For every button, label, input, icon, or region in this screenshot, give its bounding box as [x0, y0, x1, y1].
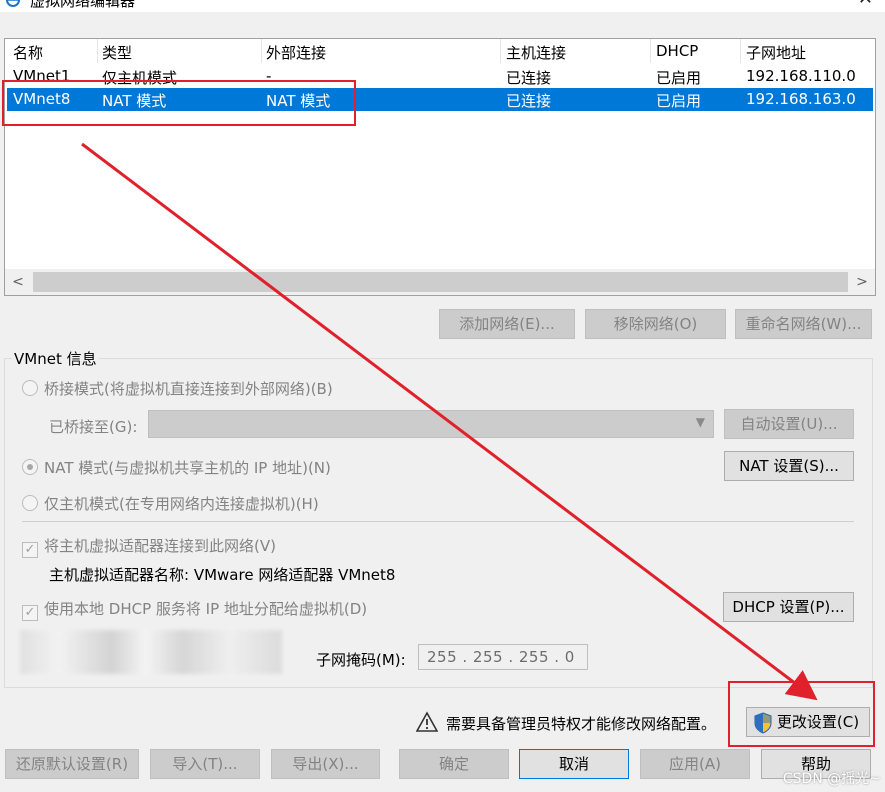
connect-adapter-label: 将主机虚拟适配器连接到此网络(V) [44, 537, 276, 555]
remove-network-button[interactable]: 移除网络(O) [585, 309, 726, 339]
window-title: 虚拟网络编辑器 [30, 0, 136, 10]
ok-button[interactable]: 确定 [399, 749, 509, 779]
column-header-name[interactable]: 名称 [13, 42, 43, 63]
nat-settings-button[interactable]: NAT 设置(S)... [724, 451, 854, 481]
radio-icon [22, 495, 38, 511]
cell-dhcp: 已启用 [656, 92, 702, 110]
dhcp-label: 使用本地 DHCP 服务将 IP 地址分配给虚拟机(D) [44, 600, 368, 618]
annotation-highlight-change-settings [728, 681, 875, 747]
bridged-to-select[interactable]: ▼ [148, 410, 714, 438]
radio-icon [22, 459, 38, 475]
network-icon [6, 0, 20, 7]
divider [22, 521, 854, 522]
network-list[interactable]: 名称 类型 外部连接 主机连接 DHCP 子网地址 VMnet1 仅主机模式 -… [4, 38, 876, 296]
column-header-external[interactable]: 外部连接 [266, 42, 326, 63]
close-icon[interactable]: ✕ [858, 0, 873, 9]
export-button[interactable]: 导出(X)... [271, 749, 380, 779]
title-bar: 虚拟网络编辑器 ✕ [0, 0, 885, 12]
restore-defaults-button[interactable]: 还原默认设置(R) [5, 749, 139, 779]
cell-subnet: 192.168.163.0 [746, 90, 856, 108]
bridged-to-label: 已桥接至(G): [49, 418, 138, 436]
cancel-button[interactable]: 取消 [519, 749, 629, 779]
scroll-right-icon[interactable]: > [851, 271, 873, 293]
scroll-left-icon[interactable]: < [7, 271, 29, 293]
scroll-thumb[interactable] [33, 272, 848, 292]
nat-radio[interactable]: NAT 模式(与虚拟机共享主机的 IP 地址)(N) [22, 457, 331, 479]
checkmark-icon: ✓ [22, 605, 38, 621]
connect-adapter-checkbox[interactable]: ✓ 将主机虚拟适配器连接到此网络(V) [22, 535, 276, 558]
subnet-mask-label: 子网掩码(M): [316, 651, 406, 669]
cell-dhcp: 已启用 [656, 69, 702, 87]
nat-label: NAT 模式(与虚拟机共享主机的 IP 地址)(N) [44, 459, 331, 477]
dhcp-checkbox[interactable]: ✓ 使用本地 DHCP 服务将 IP 地址分配给虚拟机(D) [22, 598, 368, 621]
host-only-label: 仅主机模式(在专用网络内连接虚拟机)(H) [44, 495, 319, 513]
column-header-dhcp[interactable]: DHCP [656, 42, 698, 60]
checkmark-icon: ✓ [22, 542, 38, 558]
add-network-button[interactable]: 添加网络(E)... [439, 309, 575, 339]
horizontal-scrollbar[interactable]: < > [5, 269, 875, 295]
bridged-label: 桥接模式(将虚拟机直接连接到外部网络)(B) [44, 380, 333, 398]
cell-subnet: 192.168.110.0 [746, 67, 856, 85]
cell-host: 已连接 [506, 69, 552, 87]
watermark: CSDN @摇光~ [782, 771, 881, 787]
rename-network-button[interactable]: 重命名网络(W)... [735, 309, 872, 339]
bridged-radio[interactable]: 桥接模式(将虚拟机直接连接到外部网络)(B) [22, 378, 333, 400]
radio-icon [22, 380, 38, 396]
host-only-radio[interactable]: 仅主机模式(在专用网络内连接虚拟机)(H) [22, 493, 319, 515]
adapter-name-text: 主机虚拟适配器名称: VMware 网络适配器 VMnet8 [49, 566, 396, 584]
cell-host: 已连接 [506, 92, 552, 110]
apply-button[interactable]: 应用(A) [640, 749, 750, 779]
redacted-subnet-ip [20, 630, 282, 674]
column-header-subnet[interactable]: 子网地址 [746, 42, 806, 63]
warning-icon [416, 711, 438, 732]
admin-warning-text: 需要具备管理员特权才能修改网络配置。 [446, 715, 717, 733]
annotation-highlight-vmnet8 [2, 80, 356, 126]
dhcp-settings-button[interactable]: DHCP 设置(P)... [723, 592, 854, 622]
vmnet-info-label: VMnet 信息 [12, 348, 99, 369]
chevron-down-icon: ▼ [695, 415, 705, 429]
list-header: 名称 类型 外部连接 主机连接 DHCP 子网地址 [5, 39, 875, 65]
auto-setup-button[interactable]: 自动设置(U)... [724, 409, 854, 439]
column-header-type[interactable]: 类型 [102, 42, 132, 63]
subnet-mask-field[interactable]: 255 . 255 . 255 . 0 [418, 644, 588, 670]
import-button[interactable]: 导入(T)... [150, 749, 260, 779]
column-header-host[interactable]: 主机连接 [506, 42, 566, 63]
